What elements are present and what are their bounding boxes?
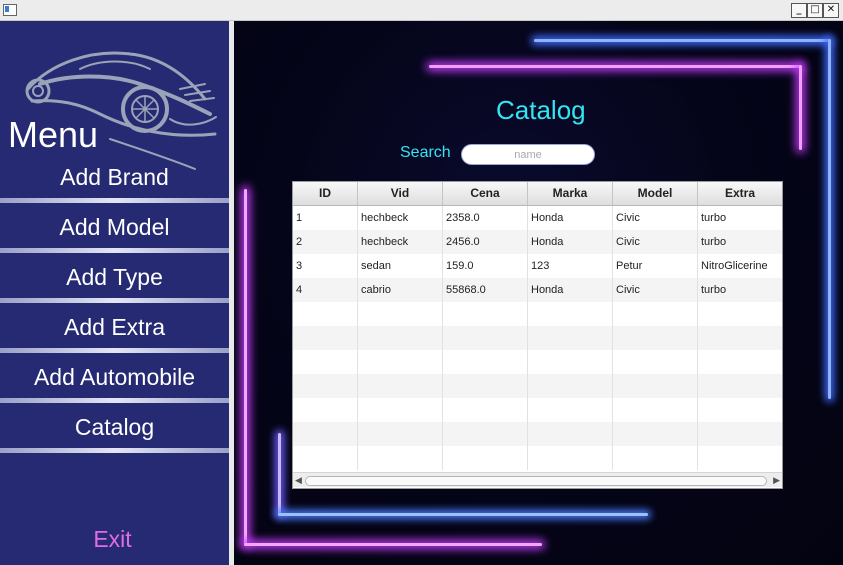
cell-cena: 159.0	[443, 254, 528, 278]
table-body: 1 hechbeck 2358.0 Honda Civic turbo 2 he…	[293, 206, 782, 470]
column-header-vid[interactable]: Vid	[358, 182, 443, 205]
column-header-cena[interactable]: Cena	[443, 182, 528, 205]
cell-cena: 2358.0	[443, 206, 528, 230]
table-header: ID Vid Cena Marka Model Extra	[293, 182, 782, 206]
cell-marka: Honda	[528, 278, 613, 302]
window-titlebar: _ □ ✕	[0, 0, 843, 21]
main-panel: Catalog Search ID Vid Cena Marka Model E…	[234, 21, 843, 565]
cell-cena: 55868.0	[443, 278, 528, 302]
cell-vid: cabrio	[358, 278, 443, 302]
neon-line	[244, 189, 247, 545]
cell-model: Petur	[613, 254, 698, 278]
nav-separator	[0, 198, 229, 203]
sports-car-logo-icon	[25, 51, 217, 170]
cell-marka: Honda	[528, 230, 613, 254]
nav-separator	[0, 248, 229, 253]
neon-line	[278, 433, 281, 515]
neon-line	[828, 39, 831, 399]
empty-table-row	[293, 422, 782, 446]
cell-id: 4	[293, 278, 358, 302]
cell-vid: hechbeck	[358, 230, 443, 254]
close-button[interactable]: ✕	[823, 3, 839, 18]
neon-line	[429, 65, 801, 68]
nav-separator	[0, 398, 229, 403]
empty-table-row	[293, 446, 782, 470]
nav-separator	[0, 298, 229, 303]
empty-table-row	[293, 326, 782, 350]
nav-separator	[0, 348, 229, 353]
table-row[interactable]: 3 sedan 159.0 123 Petur NitroGlicerine	[293, 254, 782, 278]
scrollbar-thumb[interactable]	[305, 476, 767, 486]
cell-marka: 123	[528, 254, 613, 278]
menu-title: Menu	[8, 114, 99, 155]
minimize-button[interactable]: _	[791, 3, 807, 18]
app-icon	[3, 4, 17, 16]
empty-table-row	[293, 302, 782, 326]
neon-line	[244, 543, 542, 546]
neon-line	[799, 65, 802, 150]
cell-extra: turbo	[701, 212, 727, 224]
cell-id: 1	[293, 206, 358, 230]
cell-model: Civic	[613, 230, 698, 254]
search-label: Search	[400, 144, 451, 161]
page-title: Catalog	[496, 95, 586, 125]
empty-table-row	[293, 350, 782, 374]
column-header-model[interactable]: Model	[613, 182, 698, 205]
cell-id: 3	[293, 254, 358, 278]
search-input[interactable]	[461, 144, 595, 165]
column-header-marka[interactable]: Marka	[528, 182, 613, 205]
cell-id: 2	[293, 230, 358, 254]
cell-model: Civic	[613, 206, 698, 230]
cell-extra: turbo	[701, 284, 727, 296]
empty-table-row	[293, 398, 782, 422]
cell-vid: hechbeck	[358, 206, 443, 230]
nav-separator	[0, 448, 229, 453]
exit-button[interactable]: Exit	[0, 526, 225, 553]
maximize-button[interactable]: □	[807, 3, 823, 18]
sidebar: Menu Add Brand Add Model Add Type Add Ex…	[0, 21, 229, 565]
catalog-table[interactable]: ID Vid Cena Marka Model Extra 1 hechbeck…	[292, 181, 783, 489]
column-header-extra[interactable]: Extra	[698, 182, 782, 205]
cell-model: Civic	[613, 278, 698, 302]
table-row[interactable]: 2 hechbeck 2456.0 Honda Civic turbo	[293, 230, 782, 254]
table-row[interactable]: 1 hechbeck 2358.0 Honda Civic turbo	[293, 206, 782, 230]
cell-extra: turbo	[701, 236, 727, 248]
table-row[interactable]: 4 cabrio 55868.0 Honda Civic turbo	[293, 278, 782, 302]
horizontal-scrollbar[interactable]: ◀ ▶	[293, 472, 782, 487]
cell-extra: NitroGlicerine	[701, 260, 768, 272]
neon-line	[278, 513, 648, 516]
column-header-id[interactable]: ID	[293, 182, 358, 205]
cell-marka: Honda	[528, 206, 613, 230]
cell-cena: 2456.0	[443, 230, 528, 254]
empty-table-row	[293, 374, 782, 398]
scroll-right-icon[interactable]: ▶	[773, 475, 780, 486]
cell-vid: sedan	[358, 254, 443, 278]
scroll-left-icon[interactable]: ◀	[295, 475, 302, 486]
neon-line	[534, 39, 830, 42]
